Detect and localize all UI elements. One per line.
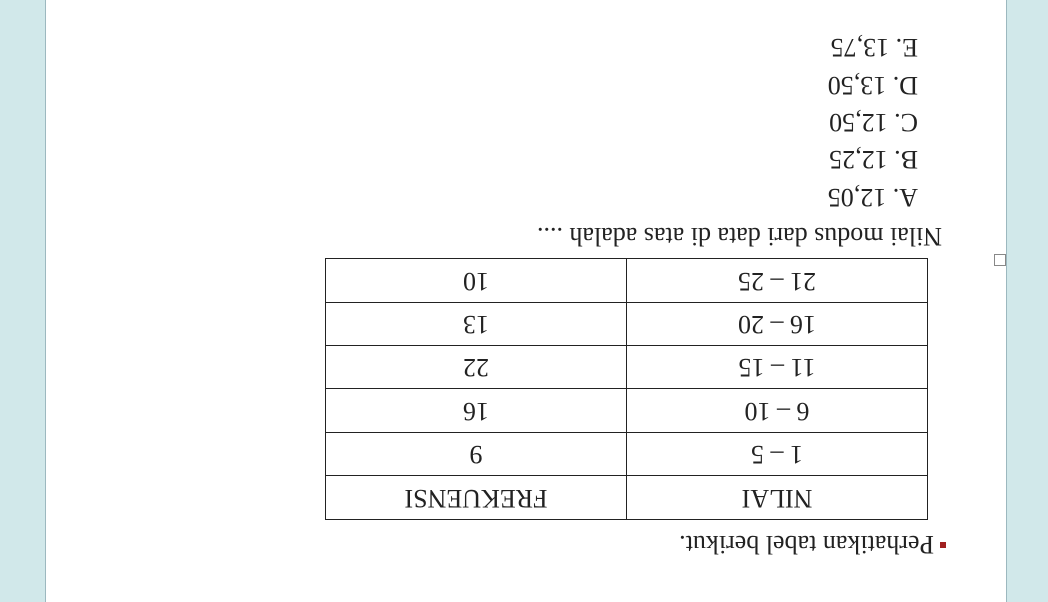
option-b: B. 12,25: [106, 141, 918, 177]
cell-frek: 9: [326, 432, 627, 475]
table-row: 6 – 10 16: [326, 389, 928, 432]
table-row: 16 – 20 13: [326, 302, 928, 345]
option-e: E. 13,75: [106, 29, 918, 65]
resize-handle-icon: [994, 254, 1006, 266]
cell-frek: 10: [326, 259, 627, 302]
table-row: 11 – 15 22: [326, 346, 928, 389]
table-row: 1 – 5 9: [326, 432, 928, 475]
cell-nilai: 21 – 25: [627, 259, 928, 302]
cell-nilai: 1 – 5: [627, 432, 928, 475]
cell-frek: 13: [326, 302, 627, 345]
cell-nilai: 6 – 10: [627, 389, 928, 432]
col-header-nilai: NILAI: [627, 476, 928, 519]
option-d: D. 13,50: [106, 66, 918, 102]
table-row: 21 – 25 10: [326, 259, 928, 302]
table-header-row: NILAI FREKUENSI: [326, 476, 928, 519]
document-page: Perhatikan tabel berikut. NILAI FREKUENS…: [45, 0, 1007, 602]
question-text: Nilai modus dari data di atas adalah ...…: [106, 218, 942, 254]
cell-nilai: 11 – 15: [627, 346, 928, 389]
option-a: A. 12,05: [106, 178, 918, 214]
option-c: C. 12,50: [106, 104, 918, 140]
cell-nilai: 16 – 20: [627, 302, 928, 345]
answer-options: A. 12,05 B. 12,25 C. 12,50 D. 13,50 E. 1…: [106, 29, 918, 215]
intro-line: Perhatikan tabel berikut.: [106, 526, 946, 562]
frequency-table: NILAI FREKUENSI 1 – 5 9 6 – 10 16 11 – 1…: [325, 258, 928, 519]
cell-frek: 16: [326, 389, 627, 432]
col-header-frekuensi: FREKUENSI: [326, 476, 627, 519]
cell-frek: 22: [326, 346, 627, 389]
intro-text: Perhatikan tabel berikut.: [679, 526, 934, 562]
rotated-content: Perhatikan tabel berikut. NILAI FREKUENS…: [106, 24, 946, 564]
bullet-icon: [940, 542, 946, 548]
